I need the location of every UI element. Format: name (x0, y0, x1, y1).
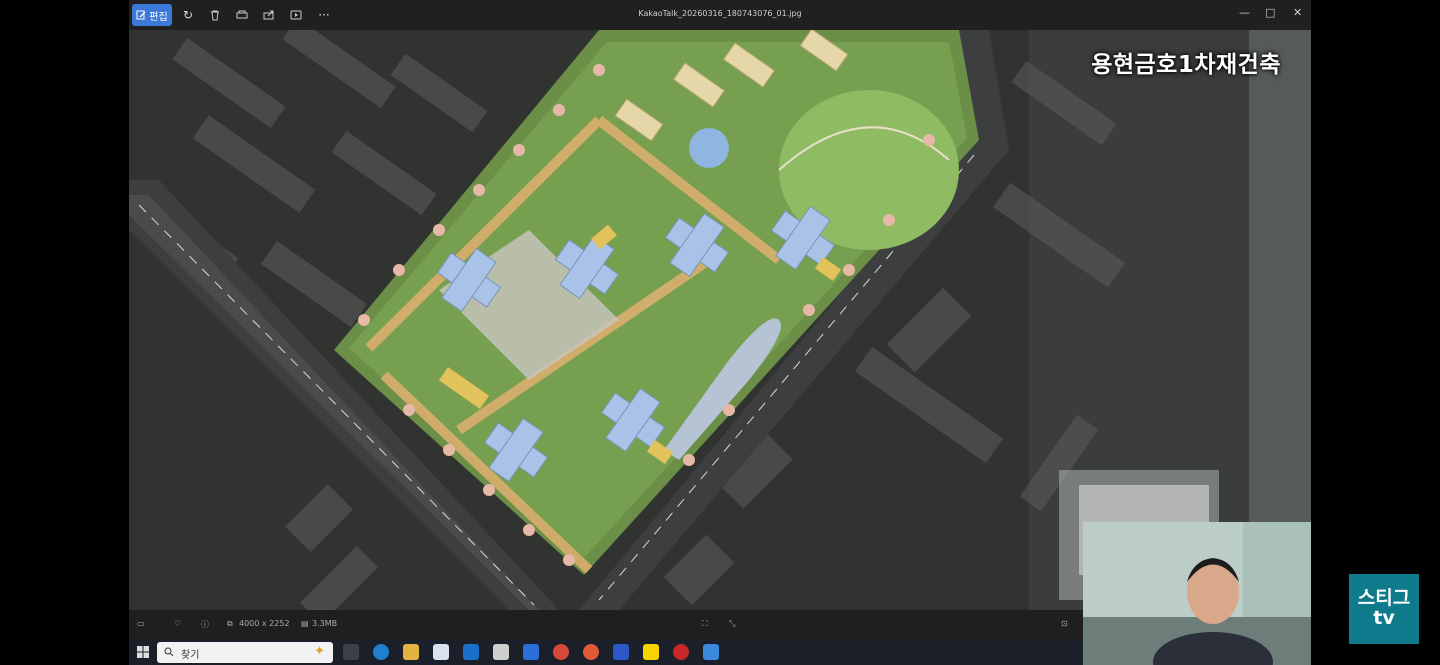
search-icon (164, 647, 174, 657)
store-icon[interactable] (613, 644, 629, 660)
chrome-profile-icon[interactable] (583, 644, 599, 660)
file-name: KakaoTalk_20260316_180743076_01.jpg (638, 9, 802, 18)
file-size-icon: ▤ (301, 619, 309, 628)
channel-badge: 스티그 tv (1349, 574, 1419, 644)
search-placeholder: 찾기 (181, 650, 200, 661)
kakaotalk-icon[interactable] (643, 644, 659, 660)
close-icon: ✕ (1293, 6, 1303, 19)
dimensions-text: 4000 x 2252 (239, 619, 290, 628)
copilot-icon: ✦ (314, 644, 325, 659)
dimensions-icon: ⧉ (227, 619, 233, 628)
close-button[interactable]: ✕ (1293, 6, 1302, 19)
badge-line2: tv (1373, 607, 1395, 629)
fullscreen-button[interactable]: ⊡ (1061, 619, 1068, 628)
task-view-icon[interactable] (343, 644, 359, 660)
filmstrip-icon: ▭ (137, 619, 145, 628)
minimize-icon: — (1239, 6, 1250, 19)
webcam-overlay (1083, 522, 1311, 665)
calendar-icon[interactable] (433, 644, 449, 660)
fullscreen-icon: ⊡ (1061, 619, 1068, 628)
info-icon: ⓘ (201, 620, 209, 629)
recorder-icon[interactable] (673, 644, 689, 660)
fit-button[interactable]: ⛶ (702, 619, 708, 629)
fit-icon: ⛶ (702, 619, 708, 628)
maximize-icon: □ (1265, 6, 1276, 19)
zoom-out-button[interactable]: ⤡ (729, 619, 735, 629)
viewer-toolbar: 편집 ↻ ··· KakaoTalk_20260316_180743076_01… (129, 0, 1311, 30)
presenter-image (1083, 522, 1311, 665)
taskbar-search[interactable]: 찾기 ✦ (157, 642, 333, 663)
info-button[interactable]: ⓘ (201, 619, 209, 630)
badge-line1: 스티그 (1357, 587, 1411, 610)
zoom-out-icon: ⤡ (729, 619, 736, 628)
edge-icon[interactable] (373, 644, 389, 660)
favorite-icon: ♡ (174, 619, 182, 628)
zoom-app-icon[interactable] (523, 644, 539, 660)
outlook-icon[interactable] (463, 644, 479, 660)
filmstrip-button[interactable]: ▭ (137, 619, 145, 628)
chrome-icon[interactable] (553, 644, 569, 660)
maximize-button[interactable]: □ (1265, 6, 1275, 19)
favorite-button[interactable]: ♡ (174, 619, 181, 628)
minimize-button[interactable]: — (1239, 6, 1250, 19)
windows-start-icon[interactable] (137, 646, 149, 658)
photos-icon[interactable] (703, 644, 719, 660)
file-explorer-icon[interactable] (403, 644, 419, 660)
overlay-title: 용현금호1차재건축 (1091, 52, 1281, 78)
app-icon[interactable] (493, 644, 509, 660)
file-size-text: 3.3MB (312, 619, 338, 628)
